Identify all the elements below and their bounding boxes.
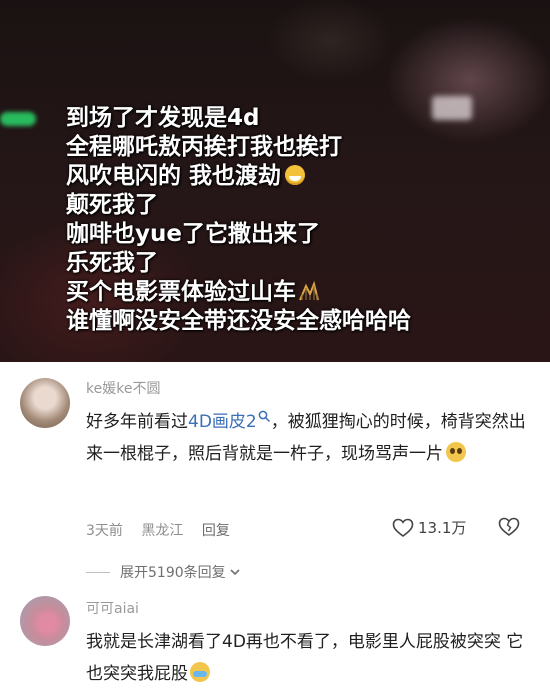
caption-line: 咖啡也yue了它撒出来了 xyxy=(66,221,320,247)
avatar[interactable] xyxy=(20,596,70,646)
chevron-down-icon xyxy=(230,569,240,576)
avatar[interactable] xyxy=(20,378,70,428)
divider-dash xyxy=(86,571,110,573)
video-frame[interactable]: 到场了才发现是4d 全程哪吒敖丙挨打我也挨打 风吹电闪的 我也渡劫 颠死我了 咖… xyxy=(0,0,550,362)
caption-line: 风吹电闪的 我也渡劫 xyxy=(66,162,536,191)
expand-replies-button[interactable]: 展开5190条回复 xyxy=(86,562,242,582)
caption-line: 全程哪吒敖丙挨打我也挨打 xyxy=(66,134,342,160)
comment-time: 3天前 xyxy=(86,523,123,539)
heart-icon xyxy=(392,518,414,537)
caption-line: 买个电影票体验过山车 xyxy=(66,278,536,307)
caption-line: 谁懂啊没安全带还没安全感哈哈哈 xyxy=(66,308,411,334)
search-icon xyxy=(258,410,270,423)
green-light xyxy=(0,112,36,126)
reply-button[interactable]: 回复 xyxy=(202,523,230,539)
comment-item: 可可aiai 我就是长津湖看了4D再也不看了，电影里人屁股被突突 它也突突我屁股 xyxy=(0,592,550,699)
comment-text: 好多年前看过4D画皮2 ，被狐狸掏心的时候，椅背突然出来一根棍子，照后背就是一杵子… xyxy=(86,410,526,464)
caption-line: 颠死我了 xyxy=(66,192,158,218)
pleading-face-icon xyxy=(446,442,466,462)
comment-location: 黑龙江 xyxy=(141,523,184,539)
comment-item: ke媛ke不圆 好多年前看过4D画皮2 ，被狐狸掏心的时候，椅背突然出来一根棍子，… xyxy=(0,362,550,592)
caption-line: 乐死我了 xyxy=(66,250,158,276)
dislike-button[interactable] xyxy=(498,517,520,541)
like-count: 13.1万 xyxy=(418,519,467,537)
grinning-face-icon xyxy=(285,165,306,185)
broken-heart-icon xyxy=(498,517,520,536)
like-button[interactable]: 13.1万 xyxy=(392,517,466,538)
caption-line: 到场了才发现是4d xyxy=(66,105,260,131)
crying-face-icon xyxy=(190,662,210,682)
comment-username[interactable]: 可可aiai xyxy=(86,598,139,618)
comment-meta: 3天前 黑龙江 回复 xyxy=(86,520,244,540)
comment-text: 我就是长津湖看了4D再也不看了，电影里人屁股被突突 它也突突我屁股 xyxy=(86,632,524,684)
linked-title[interactable]: 4D画皮2 xyxy=(188,410,271,432)
roller-coaster-icon xyxy=(299,280,319,301)
comment-username[interactable]: ke媛ke不圆 xyxy=(86,378,160,398)
video-caption: 到场了才发现是4d 全程哪吒敖丙挨打我也挨打 风吹电闪的 我也渡劫 颠死我了 咖… xyxy=(66,104,536,336)
